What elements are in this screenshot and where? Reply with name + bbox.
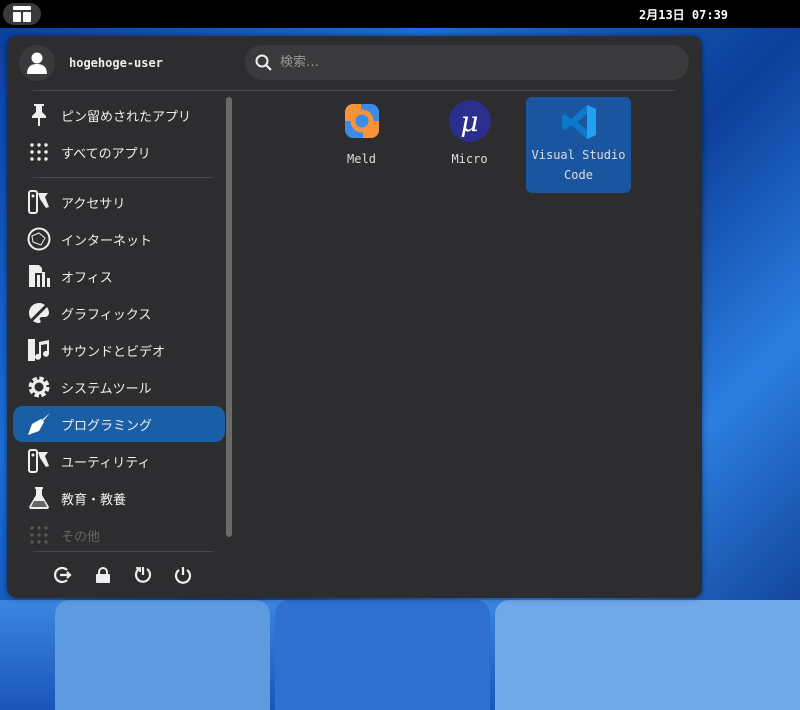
sidebar-item-accessories[interactable]: アクセサリ: [13, 184, 225, 220]
trowel-icon: [27, 412, 51, 436]
user-name: hogehoge-user: [69, 56, 163, 70]
sidebar-item-internet[interactable]: インターネット: [13, 221, 225, 257]
sidebar-item-label: サウンドとビデオ: [61, 344, 166, 360]
clock[interactable]: 2月13日 07:39: [639, 6, 728, 23]
multimedia-icon: [27, 338, 51, 362]
wallpaper-shape: [495, 600, 800, 710]
app-label: Visual Studio Code: [532, 145, 626, 185]
search-field[interactable]: [245, 45, 689, 80]
sidebar-item-label: システムツール: [61, 381, 152, 397]
user-icon: [27, 52, 47, 74]
sidebar-item-label: ユーティリティ: [61, 455, 151, 471]
sidebar-item-all-apps[interactable]: すべてのアプリ: [13, 134, 225, 170]
app-tile-meld[interactable]: Meld: [309, 97, 414, 193]
sidebar-item-utilities[interactable]: ユーティリティ: [13, 443, 225, 479]
divider: [33, 90, 675, 91]
accessories-icon: [27, 190, 51, 214]
sidebar-item-other[interactable]: その他: [13, 517, 225, 553]
app-tile-micro[interactable]: μ Micro: [417, 97, 522, 193]
app-menu-icon: [13, 6, 31, 22]
app-label: Micro: [451, 152, 488, 166]
sidebar-item-education[interactable]: 教育・教養: [13, 480, 225, 516]
sidebar-item-label: プログラミング: [61, 418, 153, 434]
sidebar-item-office[interactable]: オフィス: [13, 258, 225, 294]
sidebar-item-pinned[interactable]: ピン留めされたアプリ: [13, 97, 225, 133]
sidebar-item-label: オフィス: [61, 270, 113, 286]
sidebar-item-system-tools[interactable]: システムツール: [13, 369, 225, 405]
utilities-icon: [27, 449, 51, 473]
flask-icon: [27, 486, 51, 510]
sidebar-item-sound-video[interactable]: サウンドとビデオ: [13, 332, 225, 368]
user-avatar[interactable]: [19, 45, 55, 81]
pin-icon: [27, 103, 51, 127]
divider: [33, 177, 213, 178]
power-button[interactable]: [173, 565, 193, 585]
top-bar: 2月13日 07:39: [0, 0, 800, 28]
lock-button[interactable]: [93, 565, 113, 585]
sidebar-item-label: アクセサリ: [61, 196, 126, 212]
gear-icon: [27, 375, 51, 399]
meld-icon: [344, 104, 379, 138]
search-icon: [255, 54, 272, 71]
restart-icon: [134, 567, 152, 583]
vscode-icon: [561, 105, 596, 139]
sidebar-item-graphics[interactable]: グラフィックス: [13, 295, 225, 331]
logout-icon: [54, 566, 72, 584]
grid-icon: [27, 140, 51, 164]
office-icon: [27, 264, 51, 288]
wallpaper-shape: [275, 600, 490, 710]
wallpaper-shape: [55, 600, 270, 710]
power-icon: [174, 567, 192, 584]
logout-button[interactable]: [53, 565, 73, 585]
activities-button[interactable]: [3, 3, 41, 25]
graphics-icon: [27, 301, 51, 325]
sidebar-item-label: その他: [61, 529, 101, 545]
internet-icon: [27, 227, 51, 251]
lock-icon: [96, 567, 110, 583]
sidebar-item-label: ピン留めされたアプリ: [61, 109, 192, 125]
search-input[interactable]: [280, 55, 660, 70]
app-tile-visual-studio-code[interactable]: Visual Studio Code: [526, 97, 631, 193]
application-menu: hogehoge-user ピン留めされたアプリ すべてのアプリ アクセサリ イ…: [7, 36, 702, 598]
sidebar-item-label: 教育・教養: [61, 492, 127, 508]
sidebar-item-label: インターネット: [61, 233, 153, 249]
grid-icon: [27, 523, 51, 547]
micro-icon: μ: [448, 100, 491, 142]
sidebar-item-label: グラフィックス: [61, 307, 152, 323]
sidebar-item-label: すべてのアプリ: [61, 146, 151, 162]
app-label-line2: Code: [564, 168, 593, 182]
sidebar-scrollbar[interactable]: [226, 97, 232, 537]
sidebar-item-programming[interactable]: プログラミング: [13, 406, 225, 442]
app-label: Meld: [347, 152, 376, 166]
restart-button[interactable]: [133, 565, 153, 585]
divider: [33, 551, 213, 552]
app-label-line1: Visual Studio: [531, 148, 626, 162]
